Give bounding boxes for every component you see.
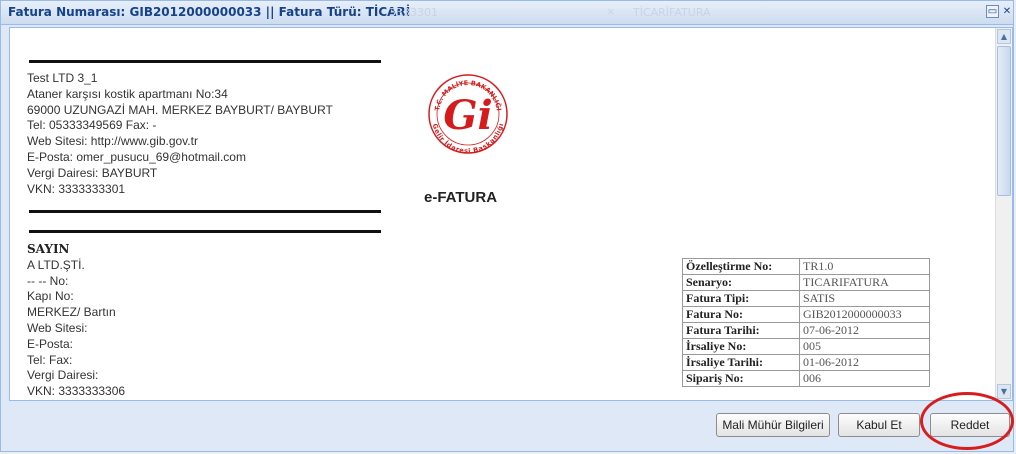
detail-value: SATIS [799,290,930,307]
gib-logo: T.C. MALİYE BAKANLIĞI Gelir İdaresi Başk… [427,73,509,155]
table-row: Fatura No: GIB2012000000033 [682,306,930,323]
seller-line: Ataner karşısı kostik apartmanı No:34 [27,86,228,101]
detail-value: 005 [799,338,930,355]
table-row: Özelleştirme No: TR1.0 [682,258,930,275]
vertical-scrollbar[interactable]: ▲ ▼ [995,28,1012,400]
divider-buyer [29,230,381,233]
table-row: Senaryo: TICARIFATURA [682,274,930,291]
table-row: Sipariş No: 006 [682,370,930,387]
scroll-up-icon[interactable]: ▲ [997,29,1011,44]
table-row: İrsaliye No: 005 [682,338,930,355]
seller-line: Web Sitesi: http://www.gib.gov.tr [27,134,198,149]
buyer-line: A LTD.ŞTİ. [27,257,85,272]
buyer-info: SAYIN A LTD.ŞTİ. -- -- No: Kapı No: MERK… [27,242,125,400]
seller-line: 69000 UZUNGAZİ MAH. MERKEZ BAYBURT/ BAYB… [27,102,333,117]
buyer-line: Kapı No: [27,289,74,304]
efatura-caption: e-FATURA [424,189,498,206]
detail-key: Senaryo: [682,274,800,291]
detail-key: Sipariş No: [682,370,800,387]
seller-line: E-Posta: omer_pusucu_69@hotmail.com [27,149,246,164]
divider-middle [29,210,381,213]
close-icon[interactable]: ✕ [1001,5,1013,18]
highlight-circle [920,392,1014,450]
detail-key: İrsaliye Tarihi: [682,354,800,371]
buyer-line: MERKEZ/ Bartın [27,305,116,320]
logo-mark: Gi [443,92,492,139]
detail-key: Özelleştirme No: [682,258,800,275]
seller-info: Test LTD 3_1 Ataner karşısı kostik apart… [27,71,333,197]
seller-line: Vergi Dairesi: BAYBURT [27,165,158,180]
detail-key: Fatura Tarihi: [682,322,800,339]
detail-value: 006 [799,370,930,387]
detail-value: TR1.0 [799,258,930,275]
detail-key: İrsaliye No: [682,338,800,355]
buyer-line: Vergi Dairesi: [27,368,99,383]
seal-info-button[interactable]: Mali Mühür Bilgileri [716,413,830,437]
accept-button[interactable]: Kabul Et [838,413,920,437]
buyer-line: Web Sitesi: [27,320,88,335]
detail-value: 01-06-2012 [799,354,930,371]
seller-line: Test LTD 3_1 [27,71,98,85]
scroll-down-icon[interactable]: ▼ [997,384,1011,399]
detail-key: Fatura No: [682,306,800,323]
detail-value: TICARIFATURA [799,274,930,291]
maximize-icon[interactable]: ▭ [986,5,999,18]
buyer-line: -- -- No: [27,273,69,288]
title-bar[interactable]: Fatura Numarası: GIB2012000000033 || Fat… [1,1,1013,25]
buyer-line: Tel: Fax: [27,352,73,367]
ghost-icon: ✕ [607,8,615,18]
invoice-window: Fatura Numarası: GIB2012000000033 || Fat… [0,0,1014,452]
detail-value: 07-06-2012 [799,322,930,339]
scrollbar-thumb[interactable] [997,46,1011,196]
table-row: Fatura Tarihi: 07-06-2012 [682,322,930,339]
seller-line: Tel: 05333349569 Fax: - [27,118,157,133]
invoice-preview: Test LTD 3_1 Ataner karşısı kostik apart… [9,27,1013,401]
divider-top [29,60,381,63]
detail-value: GIB2012000000033 [799,306,930,323]
window-title: Fatura Numarası: GIB2012000000033 || Fat… [8,5,411,19]
invoice-details-table: Özelleştirme No: TR1.0 Senaryo: TICARIFATU… [682,258,930,387]
seller-line: VKN: 3333333301 [27,181,126,196]
buyer-heading: SAYIN [27,242,70,256]
ghost-text-vkn: 3333301 [389,6,438,19]
buyer-line: E-Posta: [27,336,74,351]
ghost-text-scenario: TİCARİFATURA [633,6,711,19]
buyer-line: VKN: 3333333306 [27,384,126,399]
button-bar: Mali Mühür Bilgileri Kabul Et Reddet [1,403,1013,453]
detail-key: Fatura Tipi: [682,290,800,307]
table-row: İrsaliye Tarihi: 01-06-2012 [682,354,930,371]
table-row: Fatura Tipi: SATIS [682,290,930,307]
